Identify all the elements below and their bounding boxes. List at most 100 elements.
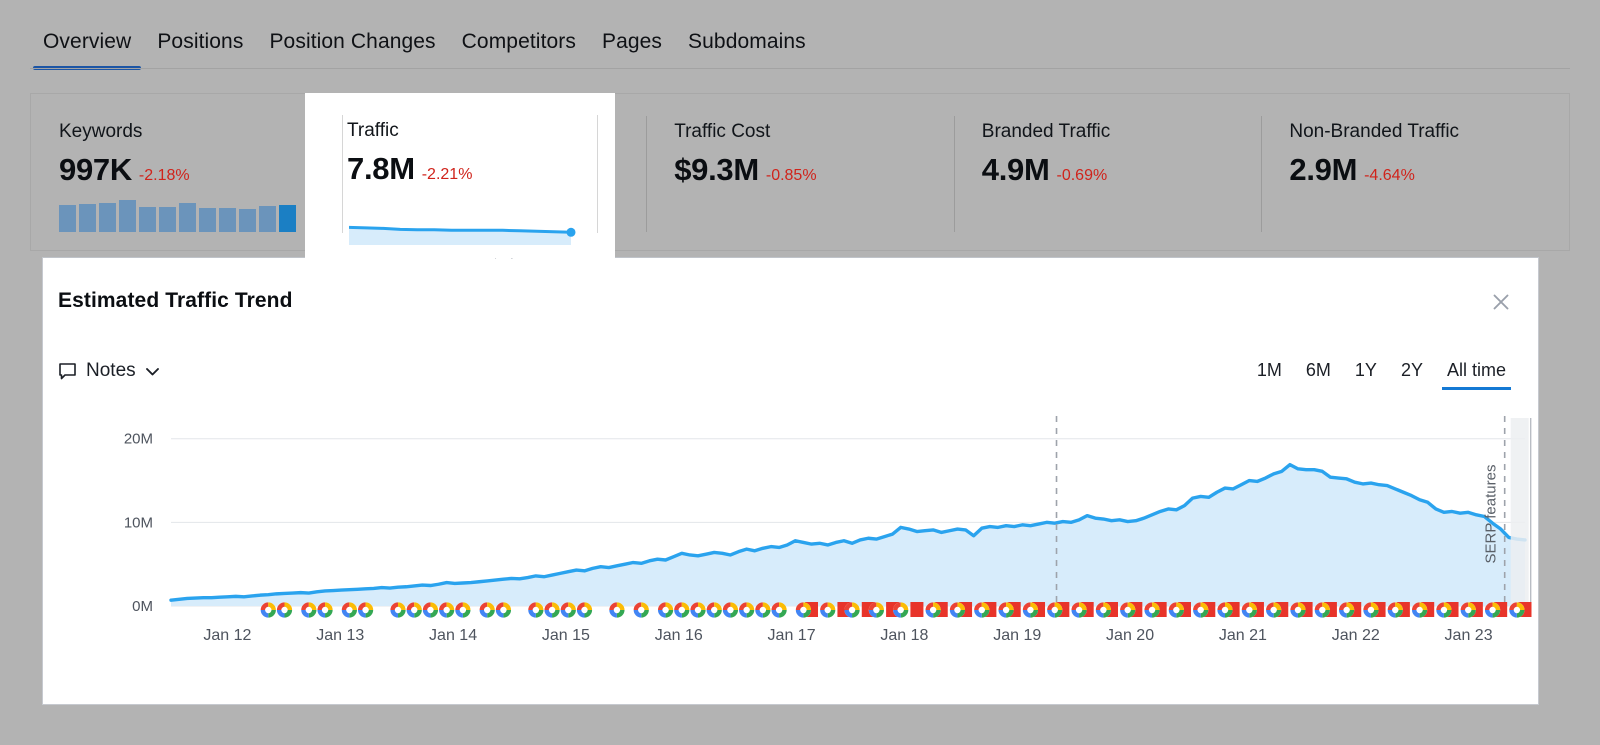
google-g-icon[interactable]: [1460, 602, 1476, 618]
tabbar-divider: [30, 68, 1570, 69]
google-g-icon[interactable]: [1241, 602, 1257, 618]
traffic-trend-chart: 0M 10M 20M SERP features Jan 12 Jan 13 Jan 14 J…: [43, 408, 1540, 706]
google-g-icon[interactable]: [674, 602, 690, 618]
google-g-icon[interactable]: [1266, 602, 1282, 618]
x-axis-tick-label: Jan 17: [768, 627, 816, 644]
google-g-icon[interactable]: [1484, 602, 1501, 618]
tab-position-changes[interactable]: Position Changes: [256, 30, 448, 70]
google-g-icon[interactable]: [1436, 602, 1452, 618]
metric-delta: -2.21%: [421, 166, 473, 183]
metric-card-traffic-cost[interactable]: Traffic Cost $9.3M -0.85%: [646, 94, 954, 250]
metric-label: Traffic Cost: [674, 121, 771, 142]
google-g-icon[interactable]: [1022, 602, 1039, 618]
google-g-icon[interactable]: [479, 602, 495, 618]
tab-label: Pages: [601, 30, 663, 53]
tab-label: Subdomains: [688, 30, 806, 53]
google-g-icon[interactable]: [633, 602, 649, 618]
google-g-icon[interactable]: [1168, 602, 1184, 618]
google-g-icon[interactable]: [544, 602, 560, 618]
range-all-time[interactable]: All time: [1435, 360, 1518, 390]
metric-card-branded-traffic[interactable]: Branded Traffic 4.9M -0.69%: [953, 94, 1262, 250]
google-g-icon[interactable]: [1290, 602, 1306, 618]
google-g-icon[interactable]: [576, 602, 593, 618]
tab-competitors[interactable]: Competitors: [449, 30, 589, 70]
main-tabbar: Overview Positions Position Changes Comp…: [0, 0, 1600, 70]
metric-label: Traffic: [347, 120, 399, 141]
google-g-icon[interactable]: [925, 602, 941, 618]
metric-value-row: 997K -2.18%: [59, 152, 339, 188]
tab-label: Competitors: [461, 30, 576, 53]
tab-subdomains[interactable]: Subdomains: [675, 30, 819, 70]
google-g-icon[interactable]: [276, 602, 293, 618]
metric-value-row: 2.9M -4.64%: [1289, 152, 1569, 188]
google-g-icon[interactable]: [422, 602, 439, 618]
google-g-icon[interactable]: [560, 602, 576, 618]
chevron-down-icon: [145, 366, 160, 377]
keywords-sparkline-bar: [139, 207, 156, 232]
google-g-icon[interactable]: [455, 602, 471, 618]
google-g-icon[interactable]: [1314, 602, 1330, 618]
google-g-icon[interactable]: [341, 602, 357, 618]
time-range-selector: 1M 6M 1Y 2Y All time: [1245, 360, 1518, 390]
google-g-icon[interactable]: [495, 602, 512, 618]
google-g-icon[interactable]: [1509, 602, 1525, 618]
red-flag-icon[interactable]: [910, 602, 924, 617]
google-g-icon[interactable]: [722, 602, 739, 618]
google-g-icon[interactable]: [820, 602, 836, 618]
google-g-icon[interactable]: [390, 602, 406, 618]
google-g-icon[interactable]: [795, 602, 812, 618]
x-axis-tick-label: Jan 12: [203, 627, 251, 644]
google-g-icon[interactable]: [1120, 602, 1136, 618]
google-g-icon[interactable]: [949, 602, 966, 618]
range-2y[interactable]: 2Y: [1389, 360, 1435, 390]
tab-pages[interactable]: Pages: [589, 30, 675, 70]
google-g-icon[interactable]: [1193, 602, 1209, 618]
google-g-icon[interactable]: [690, 602, 706, 618]
google-g-icon[interactable]: [1363, 602, 1379, 618]
metric-value-row: 4.9M -0.69%: [982, 152, 1262, 188]
metrics-card-strip: Keywords 997K -2.18% Traffic Cost $9.3M …: [30, 93, 1570, 251]
google-g-icon[interactable]: [528, 602, 544, 618]
google-g-icon[interactable]: [755, 602, 771, 618]
google-g-icon[interactable]: [317, 602, 333, 618]
google-g-icon[interactable]: [1217, 602, 1233, 618]
tab-positions[interactable]: Positions: [144, 30, 256, 70]
metric-value: 4.9M: [981, 152, 1050, 187]
notes-dropdown[interactable]: Notes: [58, 360, 160, 382]
close-icon[interactable]: [1490, 291, 1512, 313]
google-g-icon[interactable]: [1387, 602, 1403, 618]
tab-overview[interactable]: Overview: [30, 30, 144, 70]
google-g-icon[interactable]: [974, 602, 990, 618]
metric-card-keywords[interactable]: Keywords 997K -2.18%: [31, 94, 339, 250]
google-g-icon[interactable]: [739, 602, 755, 618]
google-g-icon[interactable]: [301, 602, 317, 618]
metric-value: $9.3M: [674, 152, 759, 187]
range-1m[interactable]: 1M: [1245, 360, 1294, 390]
chart-area-fill: [171, 464, 1525, 606]
metric-card-non-branded-traffic[interactable]: Non-Branded Traffic 2.9M -4.64%: [1261, 94, 1569, 250]
google-g-icon[interactable]: [1095, 602, 1111, 618]
range-6m[interactable]: 6M: [1294, 360, 1343, 390]
google-g-icon[interactable]: [609, 602, 625, 618]
metric-label: Keywords: [59, 121, 143, 142]
keywords-sparkline-bar: [259, 206, 276, 232]
google-g-icon[interactable]: [706, 602, 722, 618]
google-g-icon[interactable]: [260, 602, 276, 618]
google-g-icon[interactable]: [1411, 602, 1428, 618]
range-1y[interactable]: 1Y: [1343, 360, 1389, 390]
google-g-icon[interactable]: [439, 602, 455, 618]
google-g-icon[interactable]: [1047, 602, 1063, 618]
google-g-icon[interactable]: [868, 602, 884, 618]
google-g-icon[interactable]: [893, 602, 909, 618]
google-g-icon[interactable]: [998, 602, 1014, 618]
google-g-icon[interactable]: [406, 602, 422, 618]
google-g-icon[interactable]: [844, 602, 860, 618]
x-axis-tick-label: Jan 15: [542, 627, 590, 644]
google-g-icon[interactable]: [657, 602, 674, 618]
google-g-icon[interactable]: [771, 602, 787, 618]
google-g-icon[interactable]: [357, 602, 374, 618]
google-g-icon[interactable]: [1144, 602, 1160, 618]
metric-card-traffic[interactable]: Traffic 7.8M -2.21%: [305, 93, 615, 258]
google-g-icon[interactable]: [1071, 602, 1087, 618]
google-g-icon[interactable]: [1339, 602, 1355, 618]
